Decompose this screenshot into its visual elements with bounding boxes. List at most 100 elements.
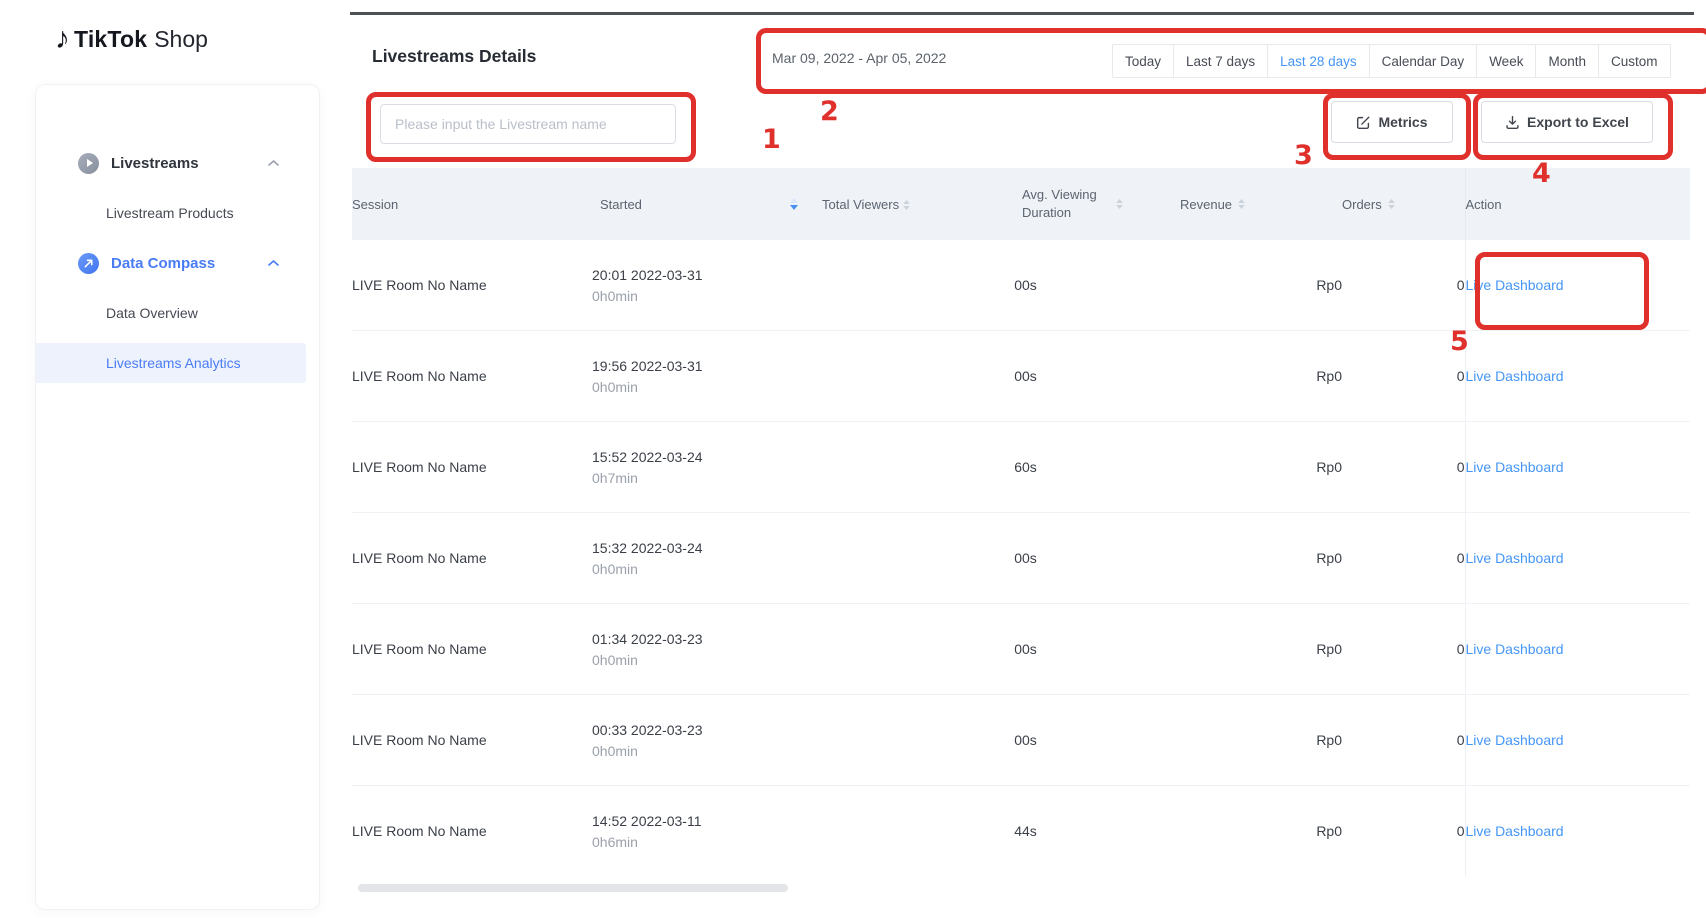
column-revenue[interactable]: Revenue	[1172, 168, 1342, 240]
live-dashboard-link[interactable]: Live Dashboard	[1466, 459, 1564, 475]
annotation-number-1: 1	[762, 124, 781, 155]
date-range-tabs: Today Last 7 days Last 28 days Calendar …	[1112, 44, 1671, 78]
session-cell: LIVE Room No Name	[352, 786, 592, 877]
live-video-icon	[78, 153, 99, 174]
date-range-display[interactable]: Mar 09, 2022 - Apr 05, 2022	[772, 50, 946, 66]
sort-avg-duration-icon[interactable]	[1116, 199, 1123, 209]
sort-total-viewers-icon[interactable]	[903, 200, 910, 210]
brand-name-bold: TikTok	[74, 26, 147, 53]
stream-duration: 0h7min	[592, 470, 822, 486]
live-dashboard-link[interactable]: Live Dashboard	[1466, 550, 1564, 566]
livestream-search-input[interactable]	[380, 104, 676, 144]
export-to-excel-button[interactable]: Export to Excel	[1481, 101, 1653, 143]
action-cell: Live Dashboard	[1465, 604, 1690, 695]
compass-icon	[78, 253, 99, 274]
tab-month[interactable]: Month	[1536, 44, 1599, 78]
started-cell: 01:34 2022-03-23 0h0min	[592, 604, 822, 695]
sidebar: Livestreams Livestream Products Data Com…	[35, 84, 320, 910]
started-cell: 00:33 2022-03-23 0h0min	[592, 695, 822, 786]
started-time: 19:56 2022-03-31	[592, 358, 822, 374]
edit-metrics-icon	[1356, 115, 1371, 130]
column-total-viewers[interactable]: Total Viewers	[822, 168, 1022, 240]
sidebar-item-data-compass[interactable]: Data Compass	[36, 243, 319, 283]
orders-cell: 0	[1342, 786, 1465, 877]
total-viewers-cell: 0	[822, 331, 1022, 422]
total-viewers-cell: 0	[822, 695, 1022, 786]
live-dashboard-link[interactable]: Live Dashboard	[1466, 368, 1564, 384]
sidebar-item-label: Data Overview	[106, 305, 198, 321]
avg-viewing-duration-cell: 0s	[1022, 422, 1172, 513]
session-cell: LIVE Room No Name	[352, 513, 592, 604]
metrics-button[interactable]: Metrics	[1331, 101, 1453, 143]
tab-last-7-days[interactable]: Last 7 days	[1174, 44, 1268, 78]
sort-started-icon[interactable]	[790, 198, 798, 210]
started-time: 15:32 2022-03-24	[592, 540, 822, 556]
chevron-up-icon[interactable]	[268, 260, 279, 267]
revenue-cell: Rp0	[1172, 422, 1342, 513]
column-revenue-label: Revenue	[1180, 197, 1232, 212]
horizontal-scrollbar-thumb[interactable]	[358, 884, 788, 892]
total-viewers-cell: 0	[822, 240, 1022, 331]
avg-viewing-duration-cell: 0s	[1022, 513, 1172, 604]
orders-cell: 0	[1342, 240, 1465, 331]
sidebar-item-label: Livestreams Analytics	[106, 355, 241, 371]
started-time: 14:52 2022-03-11	[592, 813, 822, 829]
page-title: Livestreams Details	[372, 46, 536, 67]
session-cell: LIVE Room No Name	[352, 422, 592, 513]
session-cell: LIVE Room No Name	[352, 331, 592, 422]
live-dashboard-link[interactable]: Live Dashboard	[1466, 732, 1564, 748]
started-time: 20:01 2022-03-31	[592, 267, 822, 283]
stream-duration: 0h0min	[592, 561, 822, 577]
column-started[interactable]: Started	[592, 168, 822, 240]
total-viewers-cell: 0	[822, 513, 1022, 604]
total-viewers-cell: 4	[822, 786, 1022, 877]
total-viewers-cell: 0	[822, 604, 1022, 695]
revenue-cell: Rp0	[1172, 331, 1342, 422]
chevron-up-icon[interactable]	[268, 160, 279, 167]
started-cell: 14:52 2022-03-11 0h6min	[592, 786, 822, 877]
sidebar-item-label: Livestream Products	[106, 205, 234, 221]
tab-custom[interactable]: Custom	[1599, 44, 1671, 78]
table-row: LIVE Room No Name 00:33 2022-03-23 0h0mi…	[352, 695, 1690, 786]
live-dashboard-link[interactable]: Live Dashboard	[1466, 277, 1564, 293]
annotation-number-2: 2	[820, 96, 839, 127]
sidebar-item-data-overview[interactable]: Data Overview	[36, 293, 319, 333]
sidebar-item-livestreams[interactable]: Livestreams	[36, 143, 319, 183]
tab-calendar-day[interactable]: Calendar Day	[1370, 44, 1478, 78]
total-viewers-cell: 6	[822, 422, 1022, 513]
content-top-divider	[350, 12, 1694, 15]
livestreams-table: Session Started Total Viewers	[352, 168, 1690, 876]
started-cell: 15:32 2022-03-24 0h0min	[592, 513, 822, 604]
column-orders[interactable]: Orders	[1342, 168, 1465, 240]
avg-viewing-duration-cell: 0s	[1022, 604, 1172, 695]
stream-duration: 0h0min	[592, 743, 822, 759]
sidebar-item-livestream-products[interactable]: Livestream Products	[36, 193, 319, 233]
revenue-cell: Rp0	[1172, 786, 1342, 877]
started-time: 15:52 2022-03-24	[592, 449, 822, 465]
tab-last-28-days[interactable]: Last 28 days	[1268, 44, 1370, 78]
sidebar-item-livestreams-analytics[interactable]: Livestreams Analytics	[36, 343, 306, 383]
sort-orders-icon[interactable]	[1388, 199, 1395, 209]
orders-cell: 0	[1342, 695, 1465, 786]
started-cell: 20:01 2022-03-31 0h0min	[592, 240, 822, 331]
brand-name-light: Shop	[154, 26, 208, 53]
column-started-label: Started	[600, 197, 642, 212]
tab-week[interactable]: Week	[1477, 44, 1536, 78]
tab-today[interactable]: Today	[1112, 44, 1174, 78]
live-dashboard-link[interactable]: Live Dashboard	[1466, 823, 1564, 839]
column-orders-label: Orders	[1342, 197, 1382, 212]
orders-cell: 0	[1342, 513, 1465, 604]
table-header-row: Session Started Total Viewers	[352, 168, 1690, 240]
table-row: LIVE Room No Name 20:01 2022-03-31 0h0mi…	[352, 240, 1690, 331]
session-cell: LIVE Room No Name	[352, 604, 592, 695]
started-cell: 15:52 2022-03-24 0h7min	[592, 422, 822, 513]
revenue-cell: Rp0	[1172, 240, 1342, 331]
tiktok-note-icon: ♪	[55, 24, 70, 54]
live-dashboard-link[interactable]: Live Dashboard	[1466, 641, 1564, 657]
sort-revenue-icon[interactable]	[1238, 199, 1245, 209]
column-avg-viewing-duration[interactable]: Avg. Viewing Duration	[1022, 168, 1172, 240]
session-cell: LIVE Room No Name	[352, 240, 592, 331]
action-cell: Live Dashboard	[1465, 422, 1690, 513]
table-row: LIVE Room No Name 14:52 2022-03-11 0h6mi…	[352, 786, 1690, 877]
sidebar-item-label: Data Compass	[111, 255, 215, 272]
